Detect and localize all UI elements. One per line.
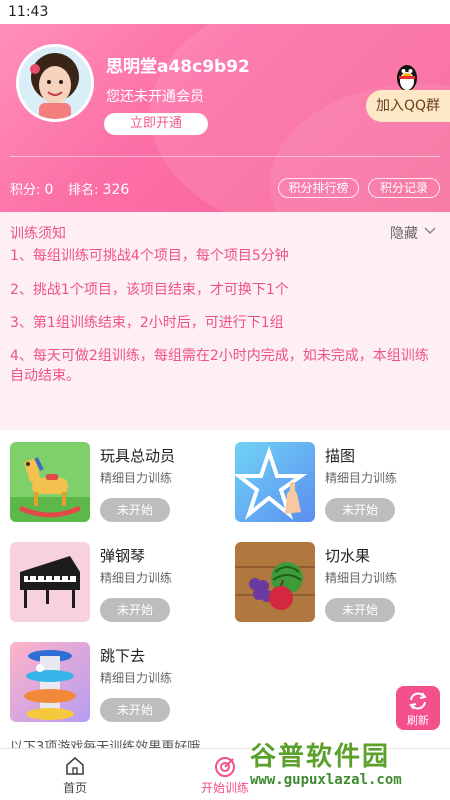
helix-tower-icon bbox=[10, 642, 90, 722]
fruit-icon bbox=[235, 542, 315, 622]
refresh-button[interactable]: 刷新 bbox=[396, 686, 440, 730]
rocking-horse-icon bbox=[10, 442, 90, 522]
points: 积分: 0 bbox=[10, 179, 53, 198]
game-card-piano[interactable]: 弹钢琴 精细目力训练 未开始 bbox=[0, 530, 210, 622]
game-list: 玩具总动员 精细目力训练 未开始 描图 精细目力训练 未开始 弹钢琴 精细目力训… bbox=[0, 430, 450, 748]
hint-text: 以下3项游戏每天训练效果更好哦 bbox=[10, 740, 201, 748]
star-trace-icon bbox=[235, 442, 315, 522]
game-card-fruit[interactable]: 切水果 精细目力训练 未开始 bbox=[225, 530, 435, 622]
hide-notice-button[interactable]: 隐藏 bbox=[390, 223, 418, 243]
game-name: 玩具总动员 bbox=[100, 447, 176, 465]
profile-header: 思明堂a48c9b92 您还未开通会员 立即开通 加入QQ群 积分: 0 排名:… bbox=[0, 24, 450, 212]
game-name: 弹钢琴 bbox=[100, 547, 146, 565]
game-status-button[interactable]: 未开始 bbox=[100, 598, 170, 622]
chevron-down-icon[interactable] bbox=[424, 226, 436, 236]
game-status-button[interactable]: 未开始 bbox=[100, 698, 170, 722]
status-time: 11:43 bbox=[8, 4, 49, 20]
header-divider bbox=[10, 156, 440, 157]
watermark-logo: 谷普软件园 www.gupuxlazal.com bbox=[250, 736, 450, 800]
rank-value: 326 bbox=[102, 182, 130, 198]
game-desc: 精细目力训练 bbox=[100, 671, 173, 685]
watermark-title: 谷普软件园 bbox=[250, 742, 391, 772]
game-desc: 精细目力训练 bbox=[100, 571, 173, 585]
game-name: 跳下去 bbox=[100, 647, 146, 665]
refresh-label: 刷新 bbox=[407, 714, 429, 727]
points-record-button[interactable]: 积分记录 bbox=[368, 178, 440, 198]
training-notice: 训练须知 隐藏 1、每组训练可挑战4个项目，每个项目5分钟 2、挑战1个项目，该… bbox=[0, 212, 450, 430]
qq-penguin-icon bbox=[397, 65, 417, 92]
open-membership-button[interactable]: 立即开通 bbox=[104, 113, 208, 135]
notice-rule: 1、每组训练可挑战4个项目，每个项目5分钟 bbox=[10, 248, 289, 264]
points-label: 积分: bbox=[10, 183, 41, 198]
home-icon bbox=[66, 756, 84, 775]
notice-rule: 4、每天可做2组训练，每组需在2小时内完成，如未完成，本组训练自动结束。 bbox=[10, 348, 429, 384]
username: 思明堂a48c9b92 bbox=[106, 57, 250, 77]
join-qq-group-button[interactable]: 加入QQ群 bbox=[366, 90, 450, 122]
game-desc: 精细目力训练 bbox=[325, 571, 398, 585]
piano-icon bbox=[10, 542, 90, 622]
game-desc: 精细目力训练 bbox=[325, 471, 398, 485]
game-desc: 精细目力训练 bbox=[100, 471, 173, 485]
game-name: 描图 bbox=[325, 447, 356, 465]
tab-home[interactable]: 首页 bbox=[50, 749, 100, 800]
game-card-jump-down[interactable]: 跳下去 精细目力训练 未开始 bbox=[0, 630, 210, 722]
notice-title: 训练须知 bbox=[10, 226, 66, 242]
leaderboard-button[interactable]: 积分排行榜 bbox=[278, 178, 359, 198]
rank-label: 排名: bbox=[68, 183, 99, 198]
game-card-trace[interactable]: 描图 精细目力训练 未开始 bbox=[225, 430, 435, 522]
tab-label: 首页 bbox=[62, 781, 87, 795]
status-bar: 11:43 bbox=[0, 0, 450, 24]
notice-rule: 2、挑战1个项目，该项目结束，才可换下1个 bbox=[10, 282, 289, 298]
points-value: 0 bbox=[44, 182, 54, 198]
refresh-icon bbox=[409, 692, 427, 710]
target-icon bbox=[215, 757, 235, 777]
rank: 排名: 326 bbox=[68, 179, 129, 198]
game-status-button[interactable]: 未开始 bbox=[325, 498, 395, 522]
game-card-toy-story[interactable]: 玩具总动员 精细目力训练 未开始 bbox=[0, 430, 210, 522]
game-status-button[interactable]: 未开始 bbox=[325, 598, 395, 622]
avatar[interactable] bbox=[16, 44, 94, 122]
member-status: 您还未开通会员 bbox=[106, 89, 204, 105]
game-status-button[interactable]: 未开始 bbox=[100, 498, 170, 522]
watermark-url: www.gupuxlazal.com bbox=[250, 772, 402, 788]
notice-rule: 3、第1组训练结束，2小时后，可进行下1组 bbox=[10, 315, 284, 331]
avatar-image bbox=[19, 47, 91, 119]
game-name: 切水果 bbox=[325, 547, 371, 565]
